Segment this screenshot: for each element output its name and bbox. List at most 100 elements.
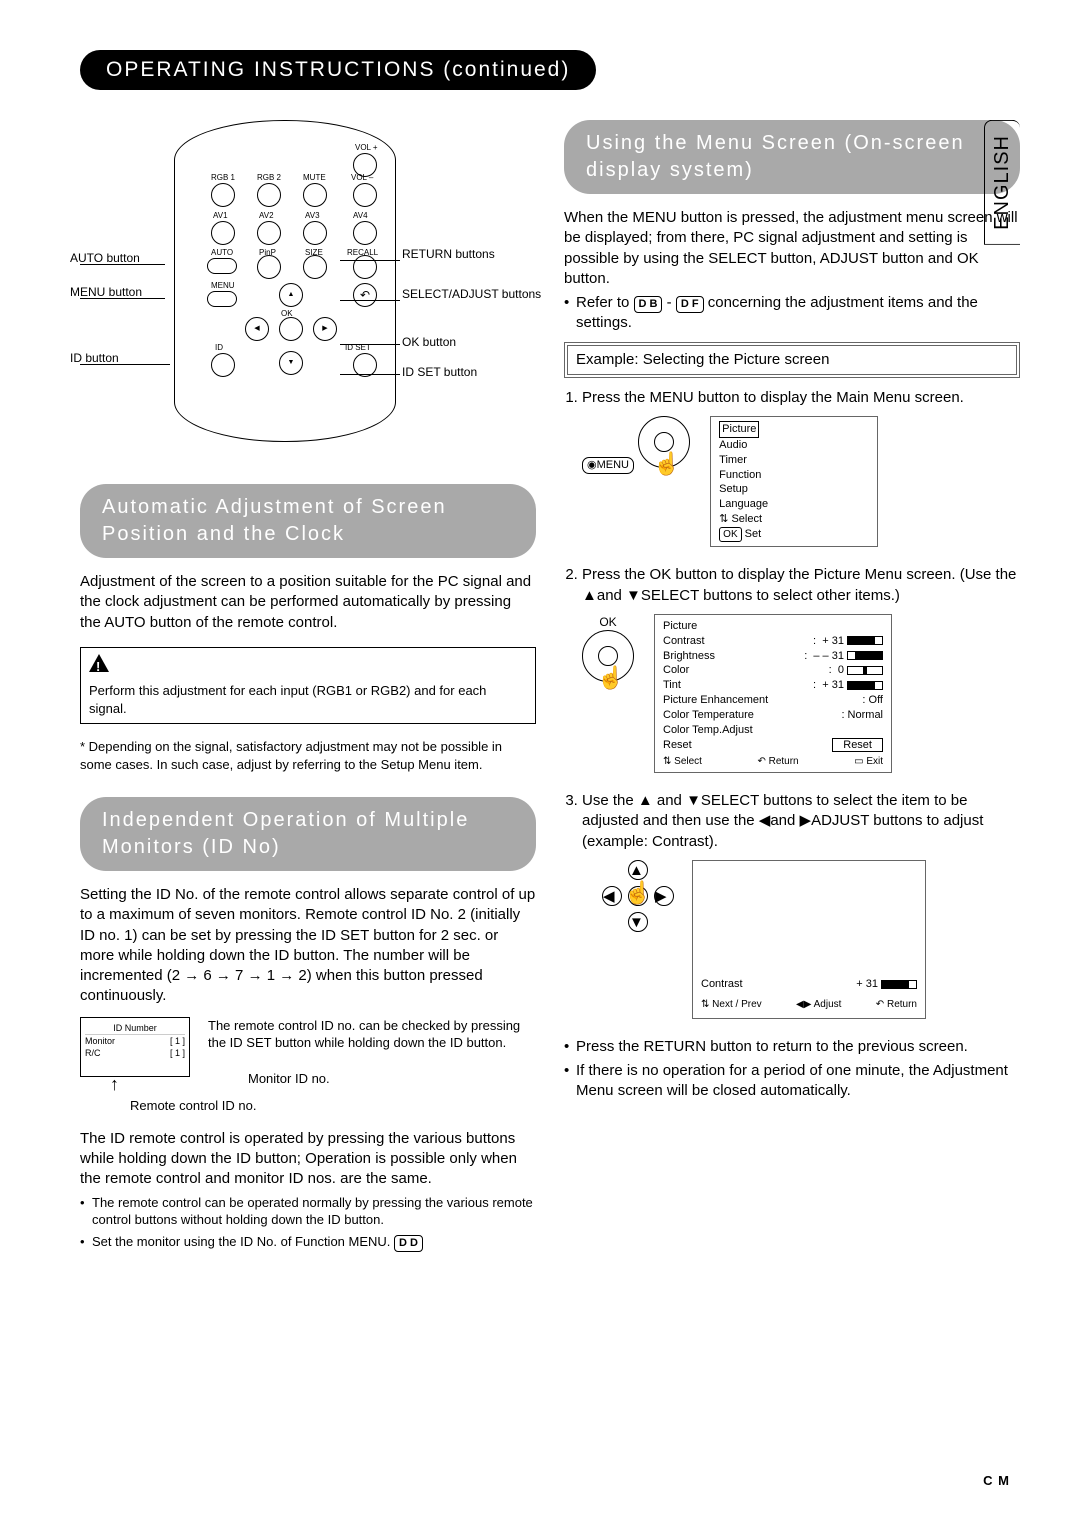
av1-button <box>211 221 235 245</box>
ref-db: D B <box>634 296 663 313</box>
main-menu-select: ⇅ Select <box>719 512 869 527</box>
main-menu-item: Audio <box>719 438 869 453</box>
example-box: Example: Selecting the Picture screen <box>564 342 1020 378</box>
av4-button <box>353 221 377 245</box>
menu-screen-heading: Using the Menu Screen (On-screen display… <box>564 120 1020 194</box>
picture-menu-title: Picture <box>663 619 883 634</box>
nav-right-button: ▶ <box>313 317 337 341</box>
end-bullet1: Press the RETURN button to return to the… <box>564 1037 1020 1057</box>
contrast-next: Next / Prev <box>712 999 761 1010</box>
ok-callout: OK button <box>402 334 456 350</box>
picture-menu-row: Brightness: – – 31 <box>663 649 883 664</box>
id-button <box>211 353 235 377</box>
recall-button <box>353 255 377 279</box>
main-menu-item: Setup <box>719 482 869 497</box>
end-bullet2: If there is no operation for a period of… <box>564 1061 1020 1102</box>
mute-button <box>303 183 327 207</box>
idbox-rc-val: [ 1 ] <box>170 1047 185 1059</box>
idno-body2: The ID remote control is operated by pre… <box>80 1129 536 1190</box>
menu-refer-line: Refer to D B - D F concerning the adjust… <box>564 293 1020 334</box>
main-menu-item: Picture <box>719 421 759 438</box>
auto-callout: AUTO button <box>70 250 140 266</box>
auto-adjust-heading: Automatic Adjustment of Screen Position … <box>80 484 536 558</box>
menu-button <box>207 291 237 307</box>
remote-diagram: VOL + RGB 1 RGB 2 MUTE VOL – AV1 AV2 <box>80 120 490 460</box>
nav-down-button: ▼ <box>279 351 303 375</box>
idno-bullet1: The remote control can be operated norma… <box>80 1194 536 1229</box>
right-column: Using the Menu Screen (On-screen display… <box>564 120 1020 1256</box>
size-button <box>303 255 327 279</box>
picture-menu-row: Tint: + 31 <box>663 678 883 693</box>
main-menu-item: Language <box>719 497 869 512</box>
rgb1-button <box>211 183 235 207</box>
step2-text: Press the OK button to display the Pictu… <box>582 565 1020 606</box>
idno-bullet2-text: Set the monitor using the ID No. of Func… <box>92 1234 390 1249</box>
contrast-return: Return <box>887 999 917 1010</box>
monitor-id-label: Monitor ID no. <box>248 1070 536 1088</box>
nav-pad-illustration: ▲ ◀ ▶ ▼ ☝ <box>602 860 672 930</box>
page-footer: C M <box>983 1473 1010 1488</box>
ok-button <box>279 317 303 341</box>
id-number-box: ID Number Monitor [ 1 ] R/C [ 1 ] <box>80 1017 190 1077</box>
auto-adjust-note: * Depending on the signal, satisfactory … <box>80 738 536 773</box>
menu-key-icon: ◉MENU <box>582 457 634 474</box>
auto-adjust-body: Adjustment of the screen to a position s… <box>80 572 536 633</box>
vol-minus-button <box>353 183 377 207</box>
step3-text: Use the ▲ and ▼SELECT buttons to select … <box>582 791 1020 852</box>
idno-bullet2: Set the monitor using the ID No. of Func… <box>80 1233 536 1252</box>
main-menu-box: PictureAudioTimerFunctionSetupLanguage⇅ … <box>710 416 878 547</box>
picture-menu-box: PictureContrast: + 31 Brightness: – – 31… <box>654 614 892 773</box>
idno-heading: Independent Operation of Multiple Monito… <box>80 797 536 871</box>
av3-button <box>303 221 327 245</box>
contrast-screen: Contrast + 31 ⇅ Next / Prev ◀▶ Adjust ↶ … <box>692 860 926 1019</box>
idno-caption: The remote control ID no. can be checked… <box>208 1017 536 1052</box>
picture-menu-row: Picture Enhancement: Off <box>663 693 883 708</box>
idbox-monitor-val: [ 1 ] <box>170 1035 185 1047</box>
contrast-value: + 31 <box>856 978 878 990</box>
auto-button <box>207 258 237 274</box>
page-title: OPERATING INSTRUCTIONS (continued) <box>80 50 596 90</box>
example-text: Example: Selecting the Picture screen <box>567 345 1017 375</box>
picture-menu-row: Color: 0 <box>663 663 883 678</box>
main-menu-set: OK Set <box>719 527 869 543</box>
remote-id-label: Remote control ID no. <box>130 1097 536 1115</box>
warning-icon <box>89 654 109 672</box>
menu-intro: When the MENU button is pressed, the adj… <box>564 208 1020 289</box>
picture-menu-row: Color Temperature: Normal <box>663 708 883 723</box>
left-column: VOL + RGB 1 RGB 2 MUTE VOL – AV1 AV2 <box>80 120 536 1256</box>
picture-menu-row: Contrast: + 31 <box>663 634 883 649</box>
ref-df: D F <box>676 296 704 313</box>
step1-text: Press the MENU button to display the Mai… <box>582 388 1020 408</box>
menu-callout: MENU button <box>70 284 142 300</box>
main-menu-item: Timer <box>719 453 869 468</box>
return-button: ↶ <box>353 283 377 307</box>
picture-menu-row: ResetReset <box>663 738 883 753</box>
idbox-title: ID Number <box>85 1022 185 1035</box>
picture-menu-row: Color Temp.Adjust <box>663 723 883 738</box>
menu-refer-a: Refer to <box>576 294 634 311</box>
language-tab: ENGLISH <box>984 120 1020 245</box>
idbox-rc-label: R/C <box>85 1047 101 1059</box>
nav-up-button: ▲ <box>279 283 303 307</box>
pinp-button <box>257 255 281 279</box>
id-callout: ID button <box>70 350 119 366</box>
menu-refer-sep: - <box>667 294 676 311</box>
contrast-adjust: Adjust <box>814 999 842 1010</box>
av2-button <box>257 221 281 245</box>
nav-left-button: ◀ <box>245 317 269 341</box>
menu-press-illustration: ☝ <box>638 416 690 468</box>
idbox-monitor-label: Monitor <box>85 1035 115 1047</box>
return-callout: RETURN buttons <box>402 246 495 262</box>
idset-callout: ID SET button <box>402 364 477 380</box>
ref-dd: D D <box>394 1235 423 1252</box>
contrast-label: Contrast <box>701 977 743 992</box>
warning-box: Perform this adjustment for each input (… <box>80 647 536 724</box>
main-menu-item: Function <box>719 468 869 483</box>
ok-label-ill: OK <box>582 614 634 630</box>
select-adjust-callout: SELECT/ADJUST buttons <box>402 286 502 302</box>
warning-text: Perform this adjustment for each input (… <box>89 682 527 717</box>
idno-body1: Setting the ID No. of the remote control… <box>80 885 536 1007</box>
picture-menu-footer: ⇅ Select↶ Return▭ Exit <box>663 755 883 769</box>
rgb2-button <box>257 183 281 207</box>
ok-press-illustration: ☝ <box>582 630 634 682</box>
